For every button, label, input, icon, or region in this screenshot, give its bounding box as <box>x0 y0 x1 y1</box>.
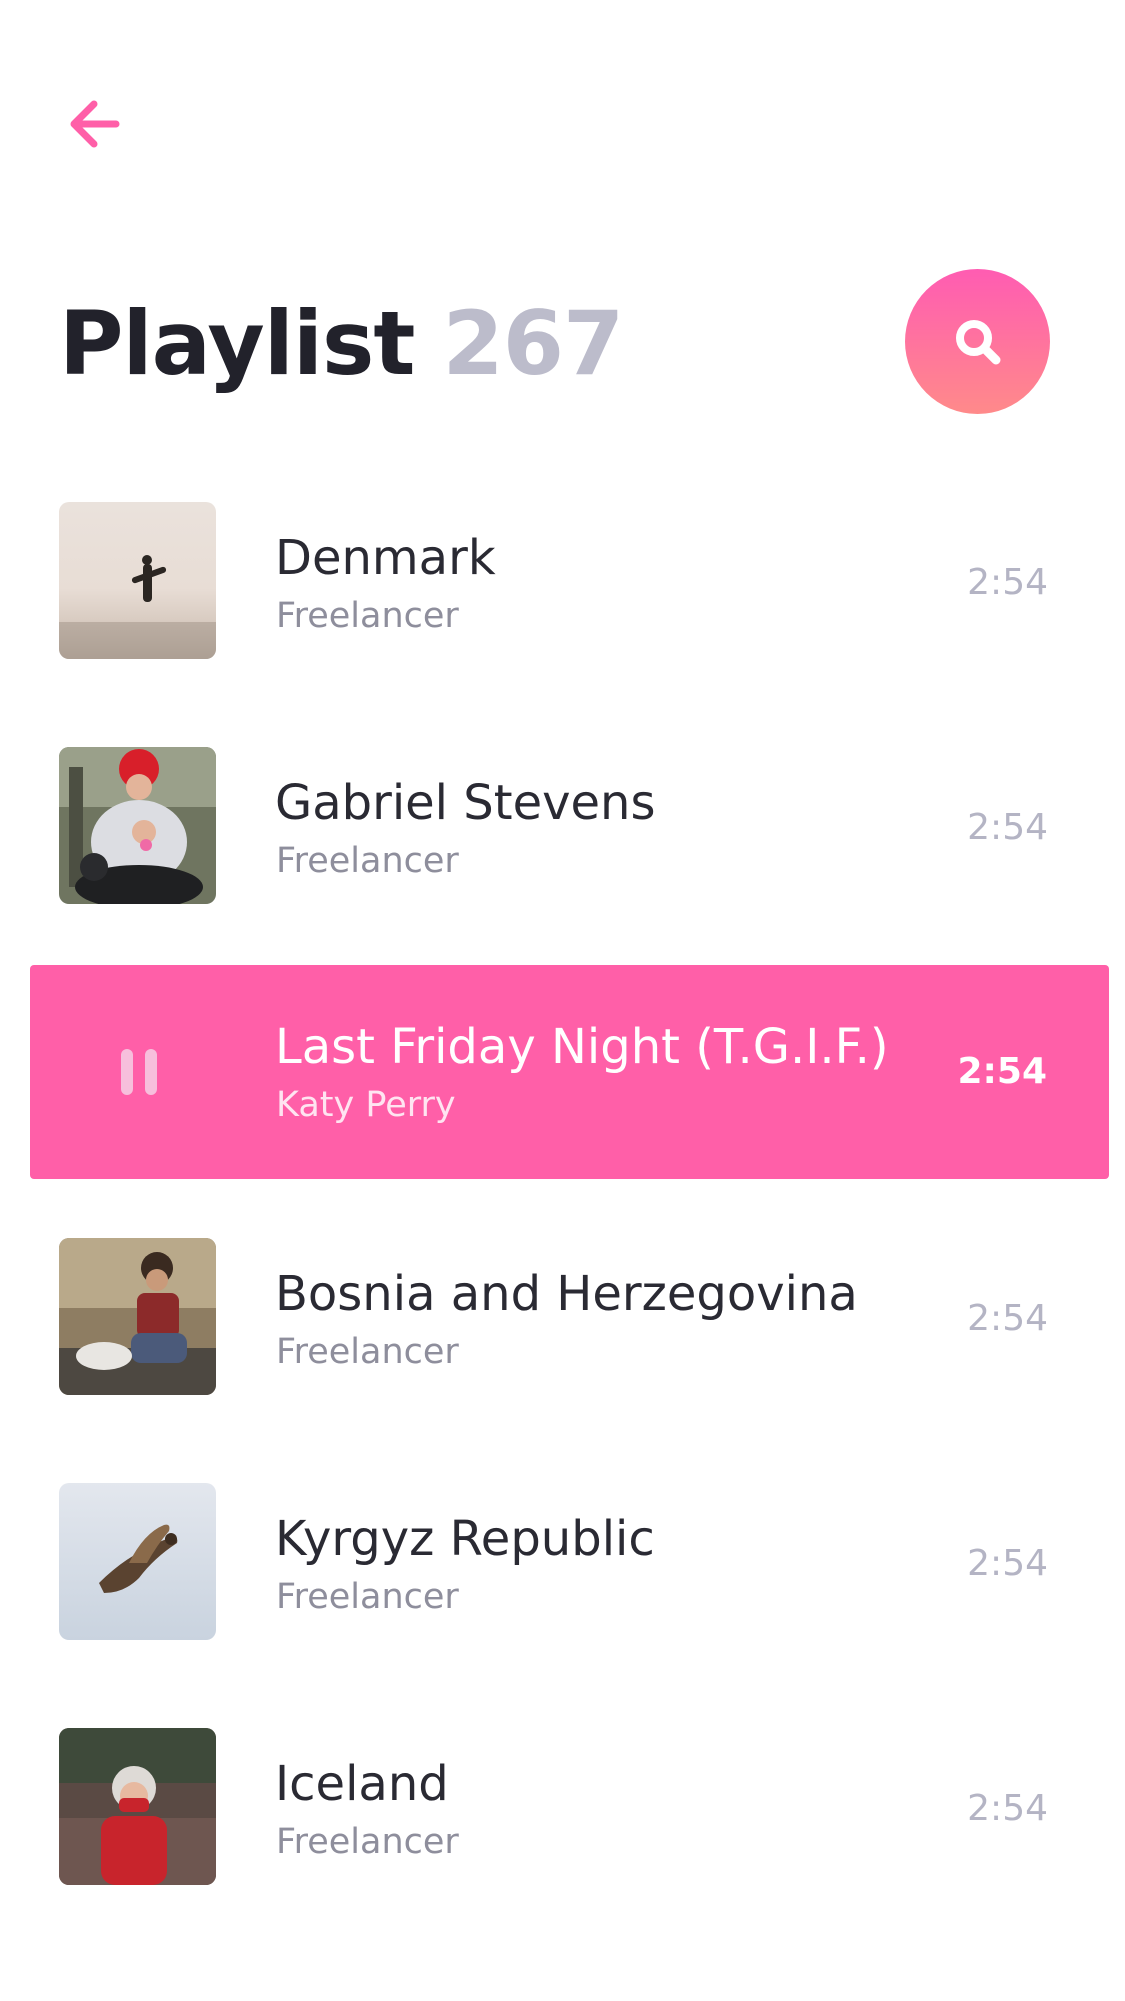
arrow-left-icon <box>70 100 120 148</box>
album-art <box>59 747 216 904</box>
track-duration: 2:54 <box>967 1543 1048 1584</box>
track-row-active[interactable]: Last Friday Night (T.G.I.F.) Katy Perry … <box>30 965 1109 1179</box>
track-artist: Freelancer <box>276 1822 459 1862</box>
track-duration: 2:54 <box>967 1788 1048 1829</box>
playlist-screen: Playlist 267 Denmark Freelancer 2:54 Gab… <box>0 0 1125 2001</box>
pause-icon[interactable] <box>121 1049 157 1095</box>
track-title: Gabriel Stevens <box>275 775 656 831</box>
track-duration: 2:54 <box>967 807 1048 848</box>
track-artist: Katy Perry <box>276 1085 456 1125</box>
track-artist: Freelancer <box>276 1577 459 1617</box>
track-artist: Freelancer <box>276 1332 459 1372</box>
album-art <box>59 502 216 659</box>
pause-bar <box>145 1049 157 1095</box>
track-duration: 2:54 <box>967 562 1048 603</box>
playlist-count: 267 <box>442 292 624 395</box>
page-title: Playlist 267 <box>59 292 624 402</box>
track-duration: 2:54 <box>967 1298 1048 1339</box>
track-title: Denmark <box>275 530 496 586</box>
pause-bar <box>121 1049 133 1095</box>
album-art <box>59 1238 216 1395</box>
search-icon <box>955 319 1000 364</box>
track-title: Last Friday Night (T.G.I.F.) <box>275 1019 889 1075</box>
page-title-text: Playlist <box>59 292 415 395</box>
search-button[interactable] <box>905 269 1050 414</box>
track-row[interactable]: Bosnia and Herzegovina Freelancer 2:54 <box>0 1238 1125 1453</box>
track-duration: 2:54 <box>957 1051 1047 1092</box>
track-row[interactable]: Gabriel Stevens Freelancer 2:54 <box>0 747 1125 962</box>
track-artist: Freelancer <box>276 596 459 636</box>
track-row[interactable]: Denmark Freelancer 2:54 <box>0 502 1125 717</box>
track-title: Bosnia and Herzegovina <box>275 1266 858 1322</box>
album-art <box>59 1483 216 1640</box>
track-row[interactable]: Iceland Freelancer 2:54 <box>0 1728 1125 1943</box>
album-art <box>59 1728 216 1885</box>
track-title: Kyrgyz Republic <box>275 1511 655 1567</box>
back-button[interactable] <box>58 88 130 160</box>
track-row[interactable]: Kyrgyz Republic Freelancer 2:54 <box>0 1483 1125 1698</box>
track-title: Iceland <box>275 1756 449 1812</box>
track-artist: Freelancer <box>276 841 459 881</box>
